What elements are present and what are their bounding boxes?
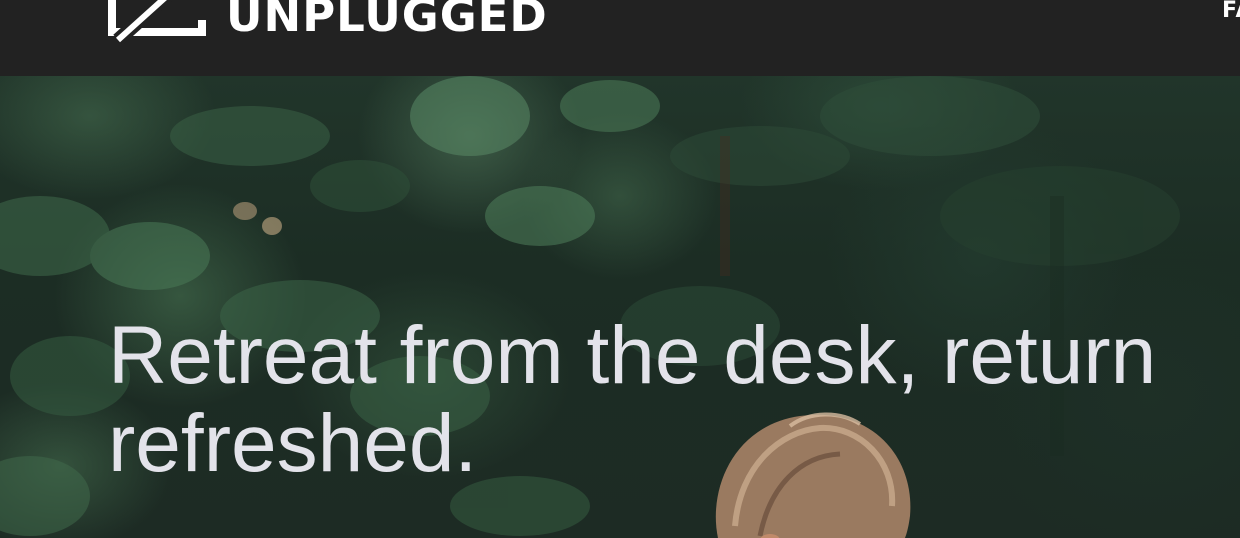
- hero-section: Retreat from the desk, return refreshed.: [0, 76, 1240, 538]
- hero-heading-line-1: Retreat from the desk, return: [108, 310, 1157, 401]
- unplugged-logo-icon: [108, 0, 210, 44]
- hero-heading-line-2: refreshed.: [108, 398, 478, 489]
- page: UNPLUGGED FA: [0, 0, 1240, 538]
- nav-item-1[interactable]: FA: [1222, 0, 1240, 23]
- brand-name: UNPLUGGED: [226, 0, 548, 42]
- brand-home-link[interactable]: UNPLUGGED: [108, 0, 548, 44]
- main-nav: FA: [1222, 0, 1240, 23]
- hero-heading: Retreat from the desk, return refreshed.: [108, 312, 1156, 488]
- top-navigation-bar: UNPLUGGED FA: [0, 0, 1240, 76]
